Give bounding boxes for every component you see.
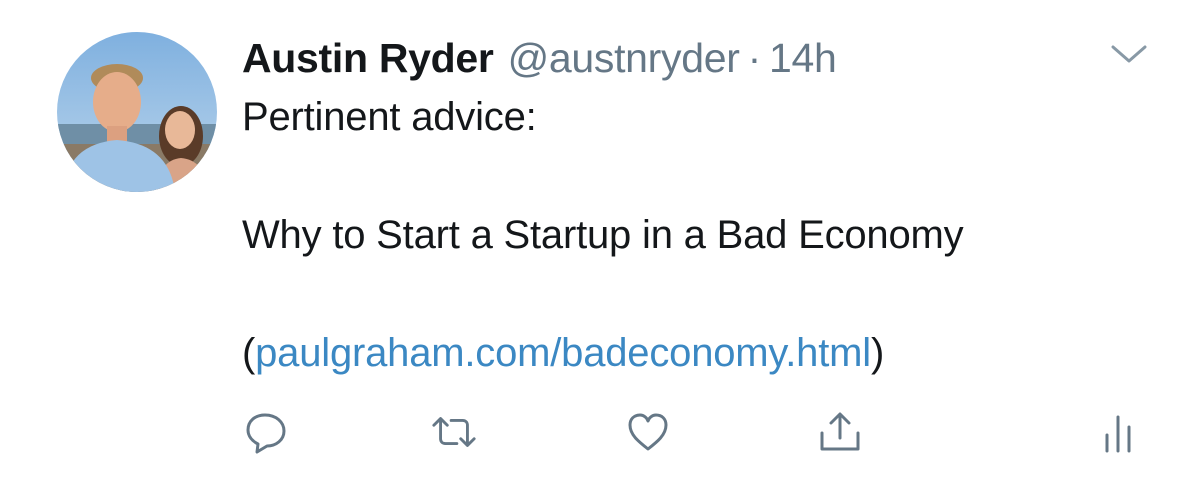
tweet-header: Austin Ryder @austnryder · 14h: [242, 30, 837, 86]
analytics-icon: [1105, 415, 1131, 453]
timestamp[interactable]: 14h: [769, 35, 837, 82]
reply-icon: [246, 413, 286, 454]
tweet-card[interactable]: Austin Ryder @austnryder · 14h Pertinent…: [0, 0, 1200, 483]
share-button[interactable]: [816, 408, 864, 456]
display-name[interactable]: Austin Ryder: [242, 35, 494, 82]
tweet-text-line: Why to Start a Startup in a Bad Economy: [242, 213, 964, 257]
tweet-text-line: Pertinent advice:: [242, 95, 537, 139]
tweet-link-line: (paulgraham.com/badeconomy.html): [242, 331, 884, 376]
avatar[interactable]: [57, 32, 217, 192]
open-paren: (: [242, 331, 256, 375]
article-link[interactable]: paulgraham.com/badeconomy.html: [255, 331, 871, 375]
reply-button[interactable]: [242, 408, 290, 456]
separator-dot: ·: [747, 34, 762, 81]
profile-photo: [57, 32, 217, 192]
analytics-button[interactable]: [1094, 408, 1142, 456]
retweet-button[interactable]: [430, 408, 478, 456]
tweet-menu-button[interactable]: [1108, 40, 1150, 68]
retweet-icon: [432, 417, 476, 447]
like-button[interactable]: [624, 408, 672, 456]
chevron-down-icon: [1111, 45, 1147, 63]
heart-icon: [628, 413, 668, 451]
close-paren: ): [870, 331, 885, 375]
share-icon: [820, 412, 860, 451]
user-handle[interactable]: @austnryder: [508, 35, 740, 82]
